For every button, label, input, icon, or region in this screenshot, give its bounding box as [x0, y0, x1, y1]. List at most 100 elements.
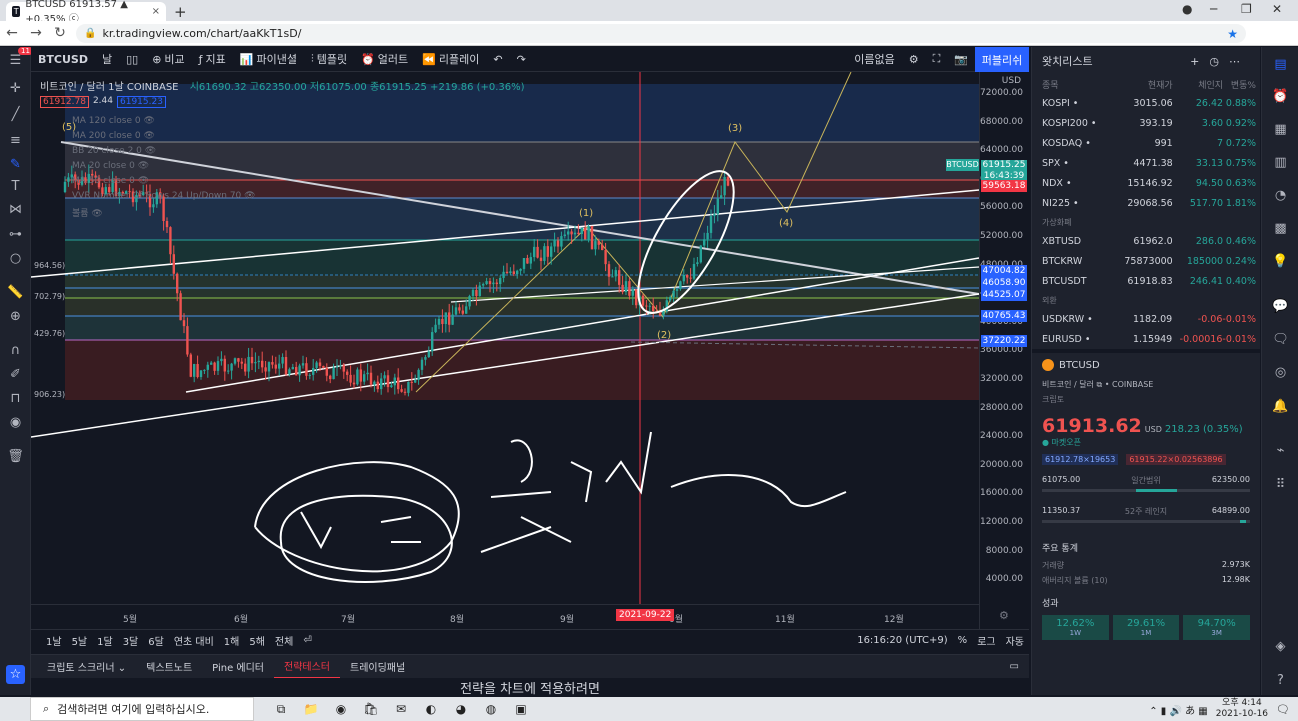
ruler-icon[interactable]: 📏 [6, 283, 25, 302]
publish-button[interactable]: 퍼블리쉬 [975, 47, 1029, 72]
chart-canvas[interactable] [31, 72, 979, 629]
magnet-icon[interactable]: ∩ [6, 341, 25, 360]
camera-icon[interactable]: 📷 [947, 53, 975, 66]
templates-button[interactable]: ⫶ 템플릿 [304, 51, 354, 67]
indicator-label[interactable]: MA 50 close 0 👁 [72, 176, 149, 186]
streams-icon[interactable]: ◎ [1271, 363, 1290, 382]
calendar-icon[interactable]: ▩ [1271, 219, 1290, 238]
taskbar-search[interactable]: ⌕ 검색하려면 여기에 입력하십시오. [30, 697, 254, 721]
bottom-tab[interactable]: 크립토 스크리너 ⌄ [37, 655, 136, 679]
indicator-label[interactable]: MA 120 close 0 👁 [72, 116, 155, 126]
bottom-tab[interactable]: 전략테스터 [274, 655, 340, 679]
indicator-label[interactable]: MA 200 close 0 👁 [72, 131, 155, 141]
watchlist-row[interactable]: KOSPI200 • 393.19 3.60 0.92% [1032, 113, 1260, 133]
range-button[interactable]: 1날 [41, 633, 67, 648]
prediction-icon[interactable]: ⊶ [6, 225, 25, 244]
performance-tile[interactable]: 12.62% 1W [1042, 615, 1109, 640]
fib-retracement-icon[interactable]: ≡ [6, 131, 25, 150]
col-price[interactable]: 현재가 [1110, 78, 1173, 91]
range-button[interactable]: 6달 [143, 633, 169, 648]
mail-icon[interactable]: ✉ [386, 702, 416, 716]
watchlist-row[interactable]: KOSPI • 3015.06 26.42 0.88% [1032, 93, 1260, 113]
store-icon[interactable]: 🛍 [356, 702, 386, 716]
bottom-tab[interactable]: 텍스트노트 [136, 655, 202, 679]
action-center-icon[interactable]: 🗨 [1276, 703, 1298, 716]
bottom-tab[interactable]: 트레이딩패널 [340, 655, 415, 679]
tab-close-icon[interactable]: × [152, 6, 160, 17]
layers-icon[interactable]: ◈ [1271, 637, 1290, 656]
pattern-icon[interactable]: ⋈ [6, 200, 25, 219]
minimize-button[interactable]: ─ [1210, 2, 1217, 16]
discord-icon[interactable]: ◕ [446, 702, 476, 716]
redo-icon[interactable]: ↷ [510, 53, 533, 66]
shape-icon[interactable]: ○ [6, 249, 25, 268]
watchlist-actions-icon[interactable]: +◷⋯ [1190, 55, 1260, 68]
symbol-search-button[interactable]: BTCUSD [31, 53, 95, 66]
indicator-label[interactable]: BB 20 close 2 0 👁 [72, 146, 156, 156]
log-toggle[interactable]: 로그 [972, 633, 1000, 648]
help-icon[interactable]: ? [1271, 671, 1290, 690]
range-button[interactable]: 1해 [219, 633, 245, 648]
notifications-icon[interactable]: 🔔 [1271, 397, 1290, 416]
maximize-panel-icon[interactable]: ▭ [1010, 661, 1029, 672]
news-icon[interactable]: ▥ [1271, 153, 1290, 172]
fullscreen-icon[interactable]: ⛶ [926, 52, 948, 66]
ask-price[interactable]: 61915.23 [117, 96, 166, 108]
forward-arrow-icon[interactable]: → [24, 25, 48, 41]
range-button[interactable]: 5해 [244, 633, 270, 648]
goto-date-icon[interactable]: ⏎ [298, 635, 316, 646]
indicators-button[interactable]: ƒ 지표 [192, 51, 233, 67]
order-panel-icon[interactable]: ⌁ [1271, 441, 1290, 460]
eye-icon[interactable]: ◉ [6, 413, 25, 432]
range-button[interactable]: 연초 대비 [169, 633, 219, 648]
indicator-label[interactable]: 볼륨 👁 [72, 206, 103, 219]
task-view-icon[interactable]: ⧉ [266, 702, 296, 717]
powerpoint-icon[interactable]: ◍ [476, 702, 506, 716]
currency-label[interactable]: USD [1002, 76, 1021, 86]
watchlist-row[interactable]: XBTUSD 61962.0 286.0 0.46% [1032, 231, 1260, 251]
watchlist-row[interactable]: BTCKRW 75873000 185000 0.24% [1032, 251, 1260, 271]
watchlist-row[interactable]: KOSDAQ • 991 7 0.72% [1032, 133, 1260, 153]
percent-toggle[interactable]: % [953, 635, 973, 646]
undo-icon[interactable]: ↶ [486, 53, 509, 66]
watchlist-row[interactable]: NDX • 15146.92 94.50 0.63% [1032, 173, 1260, 193]
alarm-clock-icon[interactable]: ⏰ [1271, 87, 1290, 106]
file-explorer-icon[interactable]: 📁 [296, 702, 326, 716]
chat-icon[interactable]: 💬 [1271, 297, 1290, 316]
details-symbol[interactable]: BTCUSD [1059, 360, 1100, 371]
alert-button[interactable]: ⏰ 얼러트 [354, 51, 415, 67]
bottom-tab[interactable]: Pine 에디터 [202, 655, 274, 679]
bar-style-icon[interactable]: ▯▯ [119, 53, 145, 66]
watchlist-row[interactable]: NI225 • 29068.56 517.70 1.81% [1032, 193, 1260, 213]
maximize-button[interactable]: ❐ [1241, 2, 1252, 16]
col-change-pct[interactable]: 변동% [1223, 78, 1256, 91]
taskbar-clock[interactable]: 오후 4:14 2021-10-16 [1208, 698, 1276, 720]
trash-icon[interactable]: 🗑 [6, 447, 25, 466]
zoom-in-icon[interactable]: ⊕ [6, 307, 25, 326]
indicator-label[interactable]: VVR Number Of Rows 24 Up/Down 70 👁 [72, 191, 256, 201]
settings-gear-icon[interactable]: ⚙ [902, 53, 926, 66]
range-button[interactable]: 전체 [270, 633, 298, 648]
bid-price[interactable]: 61912.78 [40, 96, 89, 108]
video-app-icon[interactable]: ▣ [506, 702, 536, 716]
layout-name-button[interactable]: 이름없음 [847, 51, 901, 67]
chart-pane[interactable]: 비트코인 / 달러 1날 COINBASE 시61690.32 고62350.0… [31, 72, 979, 629]
range-button[interactable]: 5날 [67, 633, 93, 648]
col-symbol[interactable]: 종목 [1042, 78, 1110, 91]
browser-tab[interactable]: T BTCUSD 61913.57 ▲ +0.35% ⓒ × [6, 0, 166, 25]
back-arrow-icon[interactable]: ← [0, 25, 24, 41]
performance-tile[interactable]: 94.70% 3M [1183, 615, 1251, 640]
range-button[interactable]: 3달 [118, 633, 144, 648]
watchlist-icon[interactable]: ▤ [1271, 55, 1290, 74]
new-tab-button[interactable]: + [174, 3, 187, 21]
brush-icon[interactable]: ✎ [6, 155, 25, 174]
watchlist-row[interactable]: SPX • 4471.38 33.13 0.75% [1032, 153, 1260, 173]
performance-tile[interactable]: 29.61% 1M [1112, 615, 1180, 640]
reload-icon[interactable]: ↻ [48, 25, 72, 41]
profile-dot-icon[interactable]: ● [1182, 2, 1192, 16]
close-window-button[interactable]: ✕ [1272, 2, 1282, 16]
watchlist-row[interactable]: BTCUSDT 61918.83 246.41 0.40% [1032, 271, 1260, 291]
watchlist-row[interactable]: EURUSD • 1.15949 -0.00016 -0.01% [1032, 329, 1260, 349]
replay-button[interactable]: ⏪ 리플레이 [415, 51, 486, 67]
lock-icon[interactable]: ⊓ [6, 389, 25, 408]
